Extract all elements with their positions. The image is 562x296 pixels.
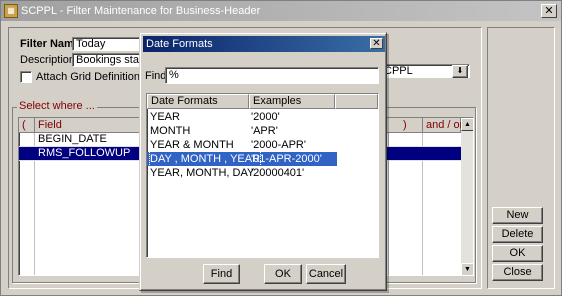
format-cell: YEAR [150, 111, 180, 123]
grid-scrollbar[interactable]: ▲ ▼ [461, 118, 473, 275]
description-input[interactable]: Bookings startin [72, 53, 140, 67]
dropdown-arrow-icon: ⬇ [456, 66, 464, 75]
close-icon: ✕ [372, 38, 381, 49]
dialog-ok-label: OK [275, 268, 291, 280]
description-label: Description [20, 54, 76, 66]
close-button[interactable]: Close [492, 264, 543, 281]
ok-button-label: OK [509, 247, 526, 259]
list-item[interactable]: YEAR & MONTH '2000-APR' [147, 138, 337, 152]
column-header-open-paren[interactable]: ( [19, 118, 35, 133]
window-titlebar[interactable]: ▦ SCPPL - Filter Maintenance for Busines… [1, 1, 561, 21]
list-item-selected[interactable]: DAY , MONTH , YEAR '01-APR-2000' [147, 151, 337, 167]
scroll-down-icon[interactable]: ▼ [461, 263, 473, 275]
attach-grid-value: CPPL [384, 65, 413, 77]
find-button[interactable]: Find [203, 264, 240, 284]
example-cell: 'APR' [251, 125, 278, 137]
dialog-close-button[interactable]: ✕ [370, 38, 383, 49]
date-formats-table[interactable]: Date Formats Examples YEAR '2000' MONTH … [146, 93, 379, 258]
attach-grid-checkbox[interactable] [20, 71, 32, 83]
format-cell: YEAR & MONTH [150, 139, 234, 151]
dialog-titlebar[interactable]: Date Formats ✕ [143, 36, 385, 52]
list-item[interactable]: MONTH 'APR' [147, 124, 337, 138]
list-item[interactable]: YEAR, MONTH, DAY '20000401' [147, 166, 337, 180]
scroll-up-icon[interactable]: ▲ [461, 118, 473, 131]
delete-button[interactable]: Delete [492, 226, 543, 243]
window-close-button[interactable]: ✕ [541, 4, 557, 18]
column-header-date-formats[interactable]: Date Formats [147, 94, 249, 109]
find-button-label: Find [210, 268, 233, 280]
example-cell: '2000-APR' [251, 139, 306, 151]
new-button-label: New [506, 209, 529, 221]
example-cell: '2000' [251, 111, 280, 123]
column-header-examples[interactable]: Examples [249, 94, 335, 109]
attach-grid-dropdown-button[interactable]: ⬇ [452, 65, 468, 78]
list-item[interactable]: YEAR '2000' [147, 110, 337, 124]
column-header-close-paren[interactable]: ) [389, 118, 423, 133]
find-input[interactable]: % [165, 67, 379, 84]
example-cell: '01-APR-2000' [251, 153, 322, 165]
example-cell: '20000401' [251, 167, 305, 179]
dialog-title: Date Formats [146, 38, 213, 50]
column-header-blank [335, 94, 378, 109]
close-icon: ✕ [544, 5, 554, 17]
format-cell: MONTH [150, 125, 191, 137]
app-icon: ▦ [4, 4, 18, 18]
format-cell: DAY , MONTH , YEAR [148, 151, 262, 167]
attach-grid-label: Attach Grid Definition for [36, 71, 156, 83]
column-header-and-or[interactable]: and / or [423, 118, 463, 133]
dialog-cancel-label: Cancel [308, 268, 344, 280]
dialog-cancel-button[interactable]: Cancel [306, 264, 346, 284]
close-button-label: Close [503, 266, 532, 278]
find-label: Find [145, 70, 167, 82]
ok-button[interactable]: OK [492, 245, 543, 262]
delete-button-label: Delete [501, 228, 534, 240]
new-button[interactable]: New [492, 207, 543, 224]
dialog-ok-button[interactable]: OK [264, 264, 302, 284]
filter-name-label: Filter Name [20, 38, 80, 50]
select-where-title: Select where ... [17, 100, 97, 112]
format-cell: YEAR, MONTH, DAY [150, 167, 255, 179]
window-title: SCPPL - Filter Maintenance for Business-… [21, 5, 261, 17]
filter-name-input[interactable]: Today [72, 37, 140, 51]
